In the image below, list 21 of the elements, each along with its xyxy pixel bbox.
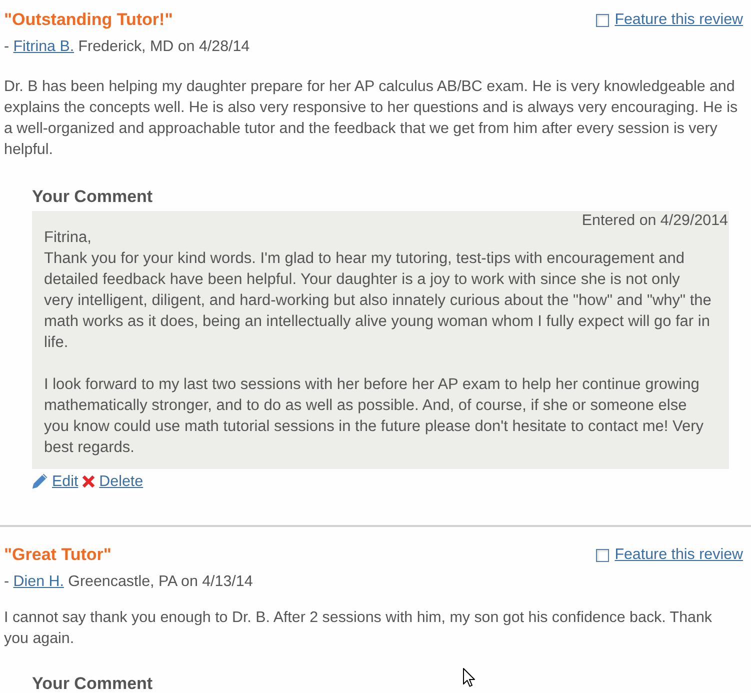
x-icon: [82, 474, 96, 488]
review-byline: - Fitrina B. Frederick, MD on 4/28/14: [4, 37, 251, 57]
feature-checkbox[interactable]: [596, 14, 609, 26]
entered-date: Entered on 4/29/2014: [580, 215, 728, 227]
comment-text: Fitrina, Thank you for your kind words. I'm glad to hear my tutoring, test-tips with encouragement and detailed feedback have been helpful. Your daughter is a joy to work with since she is not only very intelligent, diligent, and hard-working but also innately curious about the "how" and "why" the math works as it does, being an intellectually alive young woman whom I fully expect will go far in life. I look forward to my last two sessions with her before her AP exam to help her continue growing mathematically stronger, and to do as well as possible. And, of course, if she or someone else you know could use math tutorial sessions in the future please don't hesitate to contact me! Very best regards.: [44, 228, 712, 458]
pencil-icon: [32, 473, 48, 489]
feature-review-link[interactable]: Feature this review: [614, 545, 743, 565]
review-title: "Great Tutor": [4, 544, 112, 566]
review-title: "Outstanding Tutor!": [4, 9, 173, 31]
edit-link[interactable]: Edit: [52, 472, 78, 490]
review-text: Dr. B has been helping my daughter prepare for her AP calculus AB/BC exam. He is very knowledgeable and explains the concepts well. He is also very responsive to her questions and is always very encouraging. He is a well-organized and approachable tutor and the feedback that we get from him after every session is very helpful.: [4, 77, 739, 160]
comment-heading: Your Comment: [32, 673, 153, 693]
feature-checkbox[interactable]: [596, 548, 609, 562]
comment-heading: Your Comment: [32, 186, 153, 208]
mouse-pointer-icon: [463, 668, 475, 687]
reviewer-link[interactable]: Fitrina B.: [13, 38, 74, 55]
review-byline: - Dien H. Greencastle, PA on 4/13/14: [4, 572, 254, 592]
reviewer-link[interactable]: Dien H.: [13, 573, 64, 590]
feature-review-link[interactable]: Feature this review: [614, 10, 743, 30]
delete-link[interactable]: Delete: [99, 472, 144, 490]
review-text: I cannot say thank you enough to Dr. B. After 2 sessions with him, my son got his confidence back. Thank you again.: [4, 608, 714, 649]
